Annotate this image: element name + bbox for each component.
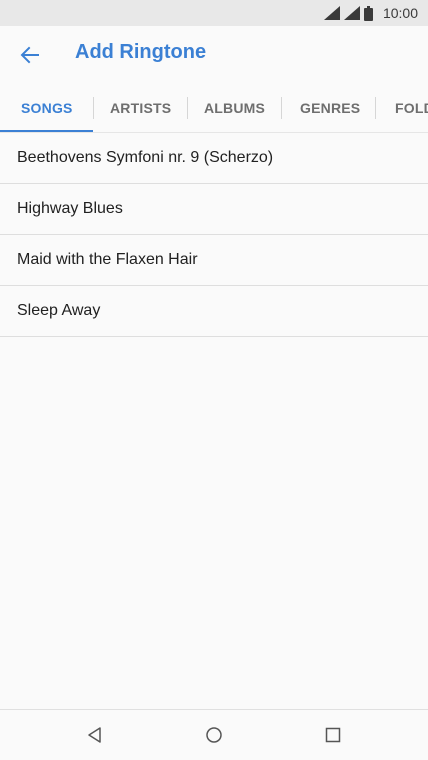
list-item[interactable]: Sleep Away bbox=[0, 286, 428, 337]
status-bar: 10:00 bbox=[0, 0, 428, 26]
status-time: 10:00 bbox=[382, 5, 418, 21]
navigation-bar bbox=[0, 709, 428, 760]
list-item[interactable]: Maid with the Flaxen Hair bbox=[0, 235, 428, 286]
home-circle-icon[interactable] bbox=[203, 724, 225, 746]
tab-divider bbox=[93, 97, 94, 119]
song-title: Sleep Away bbox=[17, 302, 101, 319]
tab-artists[interactable]: ARTISTS bbox=[110, 84, 171, 132]
song-title: Beethovens Symfoni nr. 9 (Scherzo) bbox=[17, 149, 274, 166]
tab-divider bbox=[281, 97, 282, 119]
tab-albums[interactable]: ALBUMS bbox=[204, 84, 265, 132]
list-item[interactable]: Beethovens Symfoni nr. 9 (Scherzo) bbox=[0, 133, 428, 184]
song-title: Highway Blues bbox=[17, 200, 123, 217]
tab-divider bbox=[187, 97, 188, 119]
page-title: Add Ringtone bbox=[75, 41, 207, 63]
back-arrow-icon[interactable] bbox=[18, 43, 42, 67]
tab-bar: SONGS ARTISTS ALBUMS GENRES FOLD bbox=[0, 84, 428, 132]
signal-icon bbox=[343, 6, 360, 20]
recents-square-icon[interactable] bbox=[322, 724, 344, 746]
back-triangle-icon[interactable] bbox=[84, 724, 106, 746]
list-item[interactable]: Highway Blues bbox=[0, 184, 428, 235]
tab-songs[interactable]: SONGS bbox=[21, 84, 73, 132]
tab-divider bbox=[375, 97, 376, 119]
tab-genres[interactable]: GENRES bbox=[300, 84, 360, 132]
screen: 10:00 Add Ringtone SONGS ARTISTS ALBUMS … bbox=[0, 0, 428, 760]
battery-icon bbox=[363, 5, 373, 21]
app-bar: Add Ringtone bbox=[0, 26, 428, 84]
status-icons: 10:00 bbox=[323, 0, 418, 26]
song-list: Beethovens Symfoni nr. 9 (Scherzo) Highw… bbox=[0, 133, 428, 337]
tab-folders[interactable]: FOLD bbox=[395, 84, 428, 132]
song-title: Maid with the Flaxen Hair bbox=[17, 251, 198, 268]
signal-icon bbox=[323, 6, 340, 20]
